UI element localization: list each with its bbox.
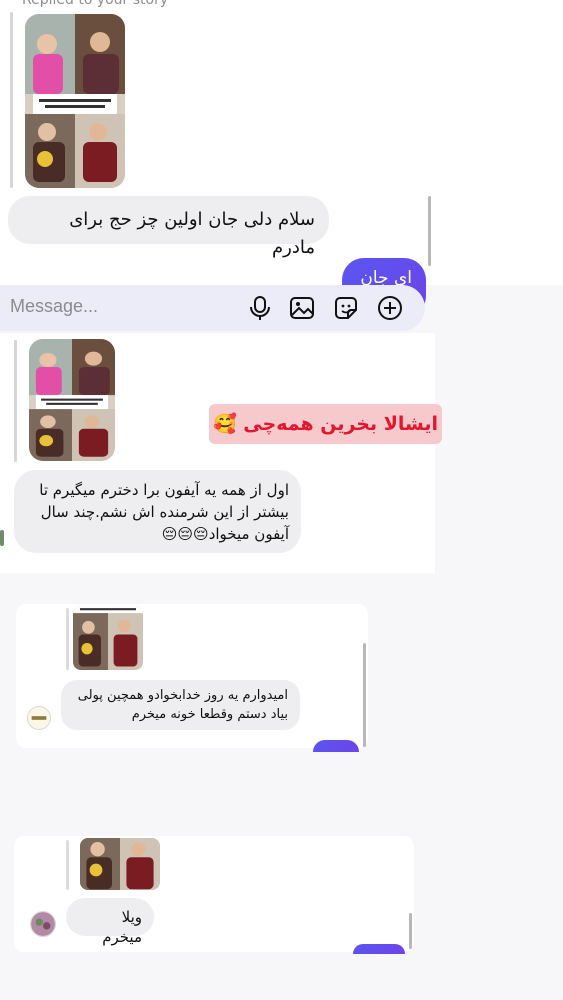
reply-indicator-bar [66,608,69,670]
message-composer [0,285,425,331]
message-outgoing[interactable] [353,944,405,954]
scrollbar[interactable] [409,913,412,949]
scrollbar[interactable] [363,643,366,747]
reply-caption: Replied to your story [22,0,169,8]
avatar[interactable] [27,706,51,730]
text-sticker: ایشالا بخرین همه‌چی 🥰 [209,404,442,444]
avatar-edge [0,530,4,546]
story-thumbnail[interactable] [29,339,115,461]
gallery-icon[interactable] [288,294,316,322]
chat-card [14,836,414,952]
message-incoming[interactable]: سلام دلی جان اولین چز حج برای مادرم [8,196,329,258]
sticker-icon[interactable] [332,294,360,322]
reply-indicator-bar [66,840,69,890]
microphone-icon[interactable] [246,294,274,322]
message-outgoing[interactable] [313,740,359,752]
story-thumbnail[interactable] [73,606,143,670]
message-input[interactable] [10,296,230,317]
scrollbar[interactable] [428,196,431,266]
story-thumbnail[interactable] [25,14,125,188]
message-incoming[interactable]: اول از همه یه آیفون برا دخترم میگیرم تا … [14,470,301,553]
avatar[interactable] [30,911,56,937]
reply-indicator-bar [10,12,13,188]
reply-indicator-bar [14,340,17,462]
story-thumbnail[interactable] [80,838,160,890]
add-icon[interactable] [376,294,404,322]
message-incoming[interactable]: امیدوارم یه روز خدابخوادو همچین پولی بیا… [61,680,300,730]
message-incoming[interactable]: ویلا میخرم [66,898,154,946]
